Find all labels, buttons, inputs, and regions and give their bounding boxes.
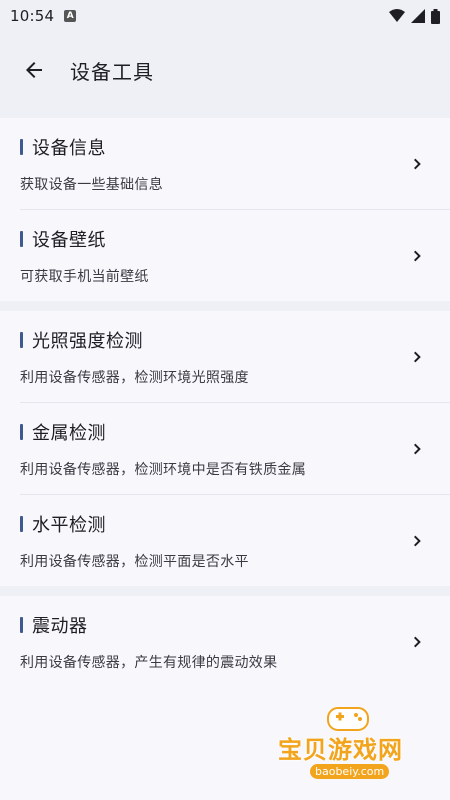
list-item-level-detection[interactable]: 水平检测 利用设备传感器，检测平面是否水平: [0, 495, 450, 586]
section-gap: [0, 108, 450, 118]
list-item-vibrator[interactable]: 震动器 利用设备传感器，产生有规律的震动效果: [0, 596, 450, 687]
app-bar: 设备工具: [0, 32, 450, 108]
chevron-right-icon: [406, 244, 430, 268]
section-vibrator: 震动器 利用设备传感器，产生有规律的震动效果: [0, 596, 450, 687]
chevron-right-icon: [406, 152, 430, 176]
item-title: 光照强度检测: [32, 330, 143, 352]
watermark-url: baobeiy.com: [310, 764, 390, 779]
item-title: 设备信息: [32, 137, 106, 159]
accent-bar: [20, 515, 23, 532]
item-subtitle: 利用设备传感器，检测平面是否水平: [20, 553, 249, 570]
section-sensors: 光照强度检测 利用设备传感器，检测环境光照强度 金属检测 利用设备传感器，检测环…: [0, 311, 450, 586]
accent-bar: [20, 230, 23, 247]
watermark-title: 宝贝游戏网: [278, 736, 403, 764]
item-subtitle: 可获取手机当前壁纸: [20, 268, 149, 285]
chevron-right-icon: [406, 630, 430, 654]
accent-bar: [20, 616, 23, 633]
section-gap: [0, 586, 450, 596]
item-title: 震动器: [32, 615, 88, 637]
item-title: 金属检测: [32, 422, 106, 444]
item-title: 设备壁纸: [32, 229, 106, 251]
accent-bar: [20, 423, 23, 440]
status-bar: 10:54 A: [0, 0, 450, 32]
item-subtitle: 利用设备传感器，检测环境光照强度: [20, 369, 249, 386]
back-button[interactable]: [6, 42, 62, 98]
item-title: 水平检测: [32, 514, 106, 536]
item-subtitle: 利用设备传感器，产生有规律的震动效果: [20, 654, 278, 671]
accent-bar: [20, 138, 23, 155]
signal-icon: [411, 9, 425, 23]
list-item-wallpaper[interactable]: 设备壁纸 可获取手机当前壁纸: [0, 210, 450, 301]
chevron-right-icon: [406, 345, 430, 369]
status-time: 10:54: [10, 7, 55, 25]
item-subtitle: 利用设备传感器，检测环境中是否有铁质金属: [20, 461, 306, 478]
battery-icon: [431, 8, 440, 24]
arrow-back-icon: [26, 62, 42, 78]
item-subtitle: 获取设备一些基础信息: [20, 176, 163, 193]
a-badge-icon: A: [64, 10, 77, 22]
accent-bar: [20, 331, 23, 348]
list-item-metal-detection[interactable]: 金属检测 利用设备传感器，检测环境中是否有铁质金属: [0, 403, 450, 494]
section-gap: [0, 301, 450, 311]
wifi-icon: [389, 9, 405, 22]
chevron-right-icon: [406, 437, 430, 461]
watermark-logo: 宝贝游戏网 baobeiy.com: [270, 700, 430, 790]
list-item-light-detection[interactable]: 光照强度检测 利用设备传感器，检测环境光照强度: [0, 311, 450, 402]
chevron-right-icon: [406, 529, 430, 553]
list-item-device-info[interactable]: 设备信息 获取设备一些基础信息: [0, 118, 450, 209]
section-device: 设备信息 获取设备一些基础信息 设备壁纸 可获取手机当前壁纸: [0, 118, 450, 301]
page-title: 设备工具: [70, 59, 154, 84]
